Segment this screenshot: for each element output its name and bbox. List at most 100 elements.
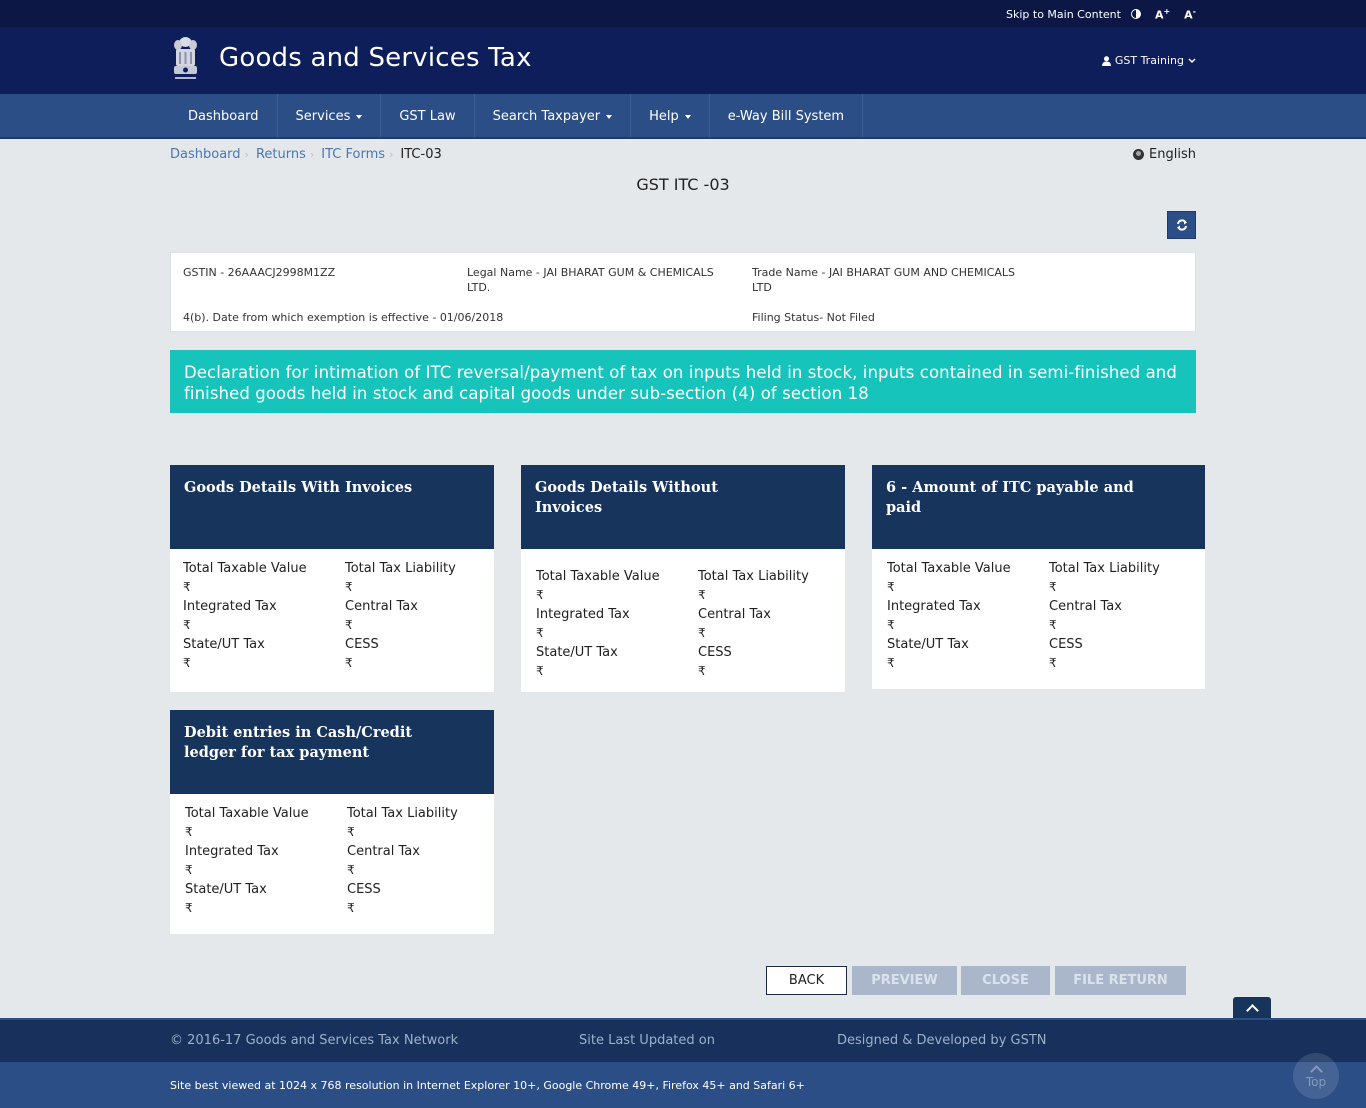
goods-without-invoices-card[interactable]: Goods Details Without Invoices Total Tax… <box>521 465 845 692</box>
field-label: Central Tax <box>345 599 418 614</box>
rupee-icon: ₹ <box>345 618 353 632</box>
field-label: CESS <box>345 637 379 652</box>
nav-item-services[interactable]: Services <box>278 94 382 137</box>
refresh-button[interactable] <box>1167 211 1196 239</box>
nav-item-help[interactable]: Help <box>631 94 710 137</box>
field-label: Integrated Tax <box>536 607 630 622</box>
main-nav: Dashboard Services GST Law Search Taxpay… <box>0 94 1366 139</box>
field-label: Central Tax <box>347 844 420 859</box>
nav-item-gst-law[interactable]: GST Law <box>381 94 475 137</box>
preview-button[interactable]: PREVIEW <box>852 966 957 995</box>
globe-icon <box>1133 149 1145 160</box>
rupee-icon: ₹ <box>698 588 706 602</box>
file-return-button[interactable]: FILE RETURN <box>1055 966 1186 995</box>
back-to-top-button[interactable]: Top <box>1293 1053 1339 1099</box>
nav-item-search-taxpayer[interactable]: Search Taxpayer <box>475 94 632 137</box>
field-label: State/UT Tax <box>887 637 969 652</box>
caret-down-icon <box>606 114 613 119</box>
rupee-icon: ₹ <box>185 901 193 915</box>
field-label: State/UT Tax <box>183 637 265 652</box>
breadcrumb-current: ITC-03 <box>400 147 442 162</box>
breadcrumb: Dashboard › Returns › ITC Forms › ITC-03 <box>170 147 442 162</box>
gstin: GSTIN - 26AAACJ2998M1ZZ <box>183 266 336 279</box>
field-label: Integrated Tax <box>185 844 279 859</box>
national-emblem-icon[interactable] <box>170 34 201 84</box>
breadcrumb-separator-icon: › <box>389 148 394 161</box>
field-label: Total Tax Liability <box>347 806 458 821</box>
field-label: CESS <box>698 645 732 660</box>
language-selector[interactable]: English <box>1133 147 1196 162</box>
scroll-top-tab[interactable] <box>1233 997 1271 1019</box>
refresh-icon <box>1176 219 1187 231</box>
font-decrease-button[interactable]: A- <box>1184 7 1196 22</box>
back-button[interactable]: BACK <box>766 966 847 995</box>
rupee-icon: ₹ <box>185 825 193 839</box>
breadcrumb-dashboard[interactable]: Dashboard <box>170 147 241 162</box>
field-label: State/UT Tax <box>536 645 618 660</box>
breadcrumb-separator-icon: › <box>309 148 315 161</box>
debit-entries-card[interactable]: Debit entries in Cash/Credit ledger for … <box>170 710 494 934</box>
close-button[interactable]: CLOSE <box>961 966 1050 995</box>
exemption-date: 4(b). Date from which exemption is effec… <box>183 311 504 324</box>
footer-main: © 2016-17 Goods and Services Tax Network… <box>0 1018 1366 1062</box>
site-header: Goods and Services Tax GST Training <box>0 27 1366 94</box>
rupee-icon: ₹ <box>536 664 544 678</box>
field-label: Total Taxable Value <box>185 806 309 821</box>
chevron-up-icon <box>1245 1004 1259 1017</box>
taxpayer-info-panel: GSTIN - 26AAACJ2998M1ZZ Legal Name - JAI… <box>170 252 1196 332</box>
rupee-icon: ₹ <box>536 588 544 602</box>
user-icon <box>1101 55 1111 66</box>
rupee-icon: ₹ <box>183 580 191 594</box>
rupee-icon: ₹ <box>347 863 355 877</box>
language-label: English <box>1149 147 1196 162</box>
skip-to-main-link[interactable]: Skip to Main Content <box>1006 8 1121 21</box>
page-title: GST ITC -03 <box>636 175 730 194</box>
field-label: Integrated Tax <box>183 599 277 614</box>
rupee-icon: ₹ <box>185 863 193 877</box>
field-label: State/UT Tax <box>185 882 267 897</box>
field-label: Total Tax Liability <box>1049 561 1160 576</box>
card-title: Goods Details Without Invoices <box>521 465 845 549</box>
font-increase-button[interactable]: A+ <box>1155 7 1170 22</box>
rupee-icon: ₹ <box>183 618 191 632</box>
card-title: Debit entries in Cash/Credit ledger for … <box>170 710 494 794</box>
field-label: Total Taxable Value <box>183 561 307 576</box>
rupee-icon: ₹ <box>887 618 895 632</box>
filing-status: Filing Status- Not Filed <box>752 311 875 324</box>
contrast-toggle-icon[interactable] <box>1130 9 1141 20</box>
rupee-icon: ₹ <box>347 901 355 915</box>
chevron-down-icon <box>1188 57 1196 63</box>
declaration-banner: Declaration for intimation of ITC revers… <box>170 350 1196 413</box>
trade-name: Trade Name - JAI BHARAT GUM AND CHEMICAL… <box>752 266 1016 294</box>
rupee-icon: ₹ <box>183 656 191 670</box>
itc-payable-paid-card[interactable]: 6 - Amount of ITC payable and paid Total… <box>872 465 1205 689</box>
rupee-icon: ₹ <box>1049 580 1057 594</box>
site-title[interactable]: Goods and Services Tax <box>219 43 532 73</box>
card-title: Goods Details With Invoices <box>170 465 494 549</box>
rupee-icon: ₹ <box>347 825 355 839</box>
rupee-icon: ₹ <box>1049 618 1057 632</box>
user-menu[interactable]: GST Training <box>1101 54 1196 67</box>
rupee-icon: ₹ <box>698 664 706 678</box>
field-label: Total Tax Liability <box>698 569 809 584</box>
field-label: Total Tax Liability <box>345 561 456 576</box>
field-label: CESS <box>1049 637 1083 652</box>
breadcrumb-separator-icon: › <box>244 148 249 161</box>
field-label: Total Taxable Value <box>887 561 1011 576</box>
field-label: Central Tax <box>698 607 771 622</box>
footer-browser-note: Site best viewed at 1024 x 768 resolutio… <box>0 1062 1366 1108</box>
goods-with-invoices-card[interactable]: Goods Details With Invoices Total Taxabl… <box>170 465 494 692</box>
browser-note-text: Site best viewed at 1024 x 768 resolutio… <box>170 1079 805 1092</box>
breadcrumb-itc-forms[interactable]: ITC Forms <box>321 147 385 162</box>
legal-name: Legal Name - JAI BHARAT GUM & CHEMICALS … <box>467 266 714 294</box>
nav-item-eway-bill[interactable]: e-Way Bill System <box>710 94 864 137</box>
footer-last-updated: Site Last Updated on <box>579 1033 715 1048</box>
caret-down-icon <box>356 114 363 119</box>
top-utility-bar: Skip to Main Content A+ A- <box>0 0 1366 27</box>
nav-item-dashboard[interactable]: Dashboard <box>170 94 278 137</box>
caret-down-icon <box>684 114 691 119</box>
card-title: 6 - Amount of ITC payable and paid <box>872 465 1205 549</box>
breadcrumb-returns[interactable]: Returns <box>256 147 306 162</box>
rupee-icon: ₹ <box>887 656 895 670</box>
rupee-icon: ₹ <box>345 656 353 670</box>
